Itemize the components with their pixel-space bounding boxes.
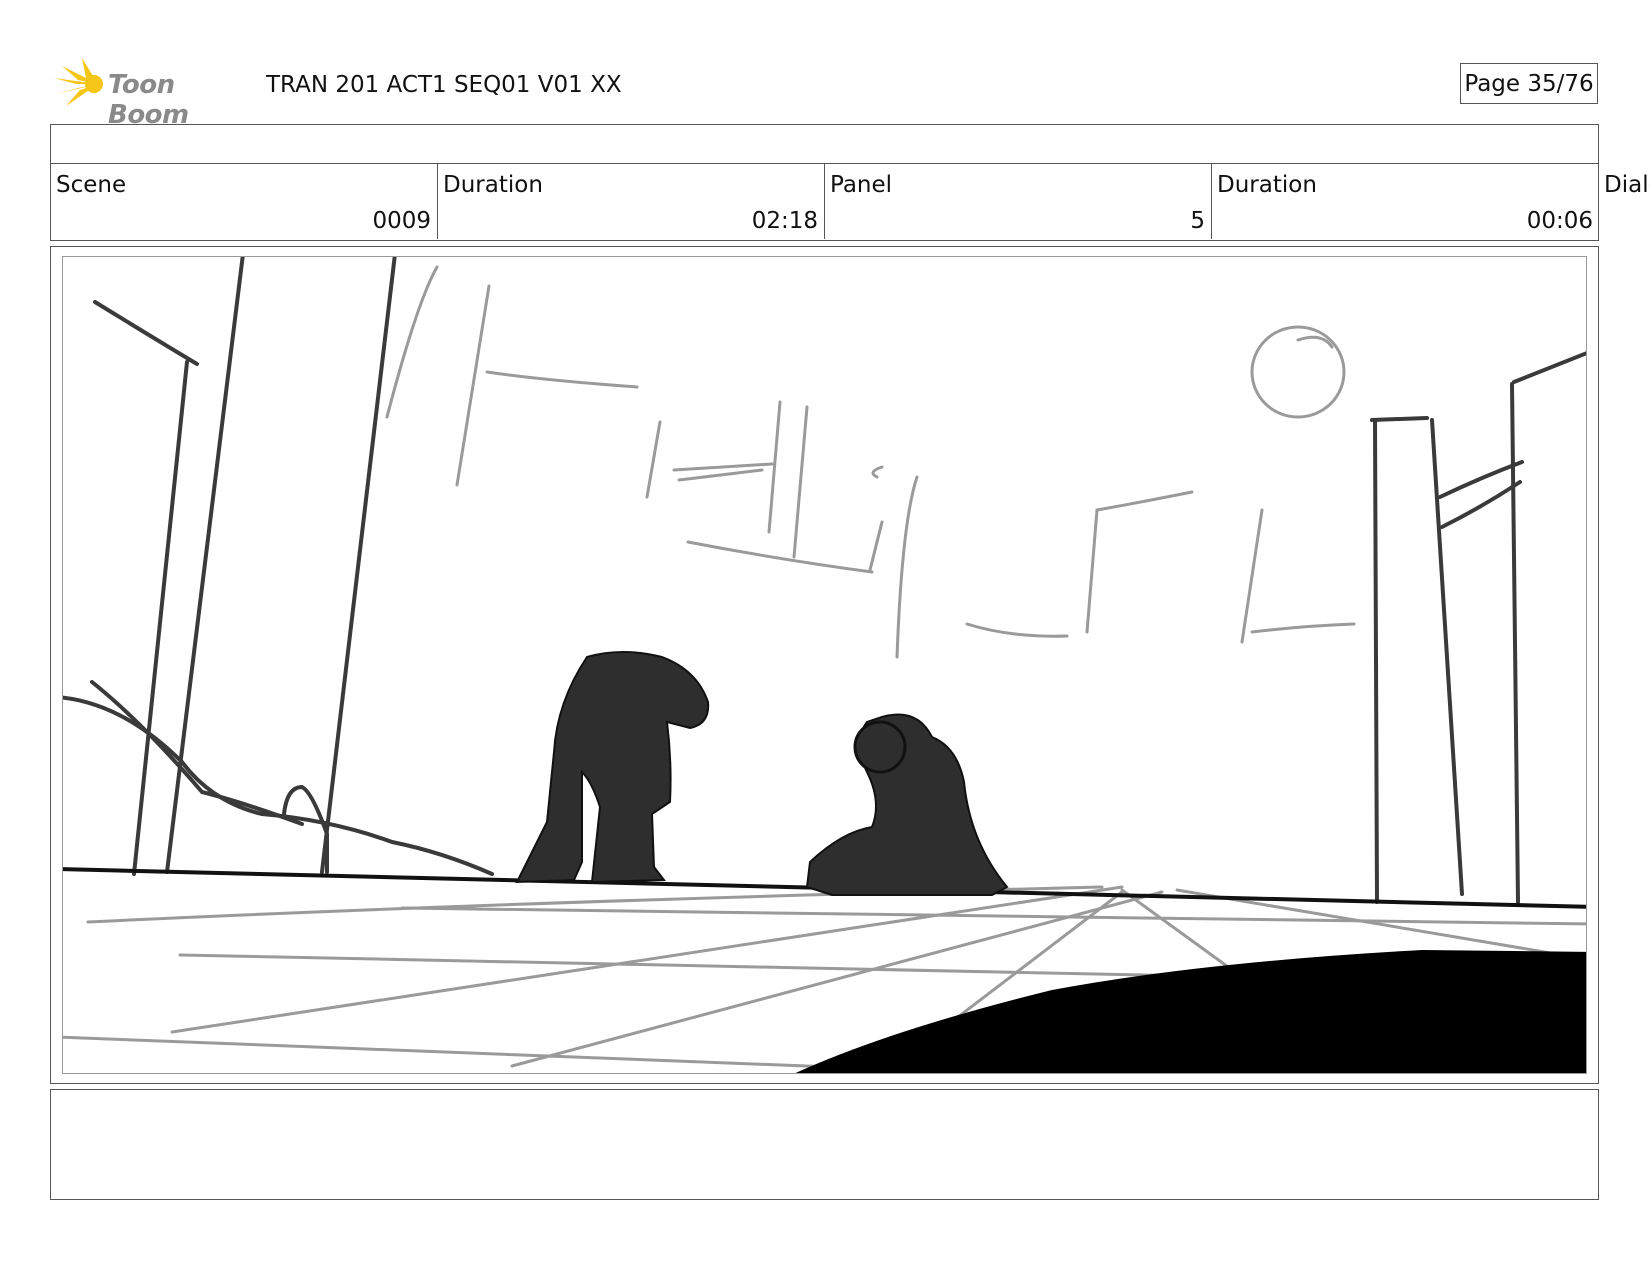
star-burst-icon: [54, 58, 103, 106]
panel-frame: [62, 256, 1587, 1074]
dialog-label: Dialo: [1604, 172, 1650, 198]
page-number: Page 35/76: [1460, 63, 1598, 104]
bent-over-figure: [515, 651, 710, 884]
panel-duration-cell: Duration 00:06: [1212, 163, 1599, 239]
header-strip: [50, 124, 1599, 164]
toon-boom-logo: Toon Boom: [52, 56, 252, 130]
scene-duration-cell: Duration 02:18: [438, 163, 825, 239]
kneeling-figure-head: [853, 720, 907, 774]
storyboard-panel: [50, 246, 1599, 1084]
background-buildings: [385, 265, 1356, 659]
storyboard-sketch: [63, 257, 1586, 1073]
panel-notes-area: [50, 1089, 1599, 1200]
scene-duration-value: 02:18: [751, 208, 818, 234]
panel-duration-label: Duration: [1217, 172, 1317, 198]
scene-duration-label: Duration: [443, 172, 543, 198]
kneeling-figure: [805, 713, 1009, 896]
panel-duration-value: 00:06: [1526, 208, 1593, 234]
panel-cell: Panel 5: [825, 163, 1212, 239]
document-title: TRAN 201 ACT1 SEQ01 V01 XX: [266, 72, 622, 98]
panel-value: 5: [1190, 208, 1205, 234]
scene-info-row: Scene 0009 Duration 02:18 Panel 5 Durati…: [50, 163, 1599, 241]
logo-text: Toon Boom: [108, 70, 189, 130]
scene-value: 0009: [372, 208, 431, 234]
scene-label: Scene: [56, 172, 127, 198]
panel-label: Panel: [830, 172, 893, 198]
foreground-structures: [63, 257, 1586, 904]
scene-cell: Scene 0009: [51, 163, 438, 239]
